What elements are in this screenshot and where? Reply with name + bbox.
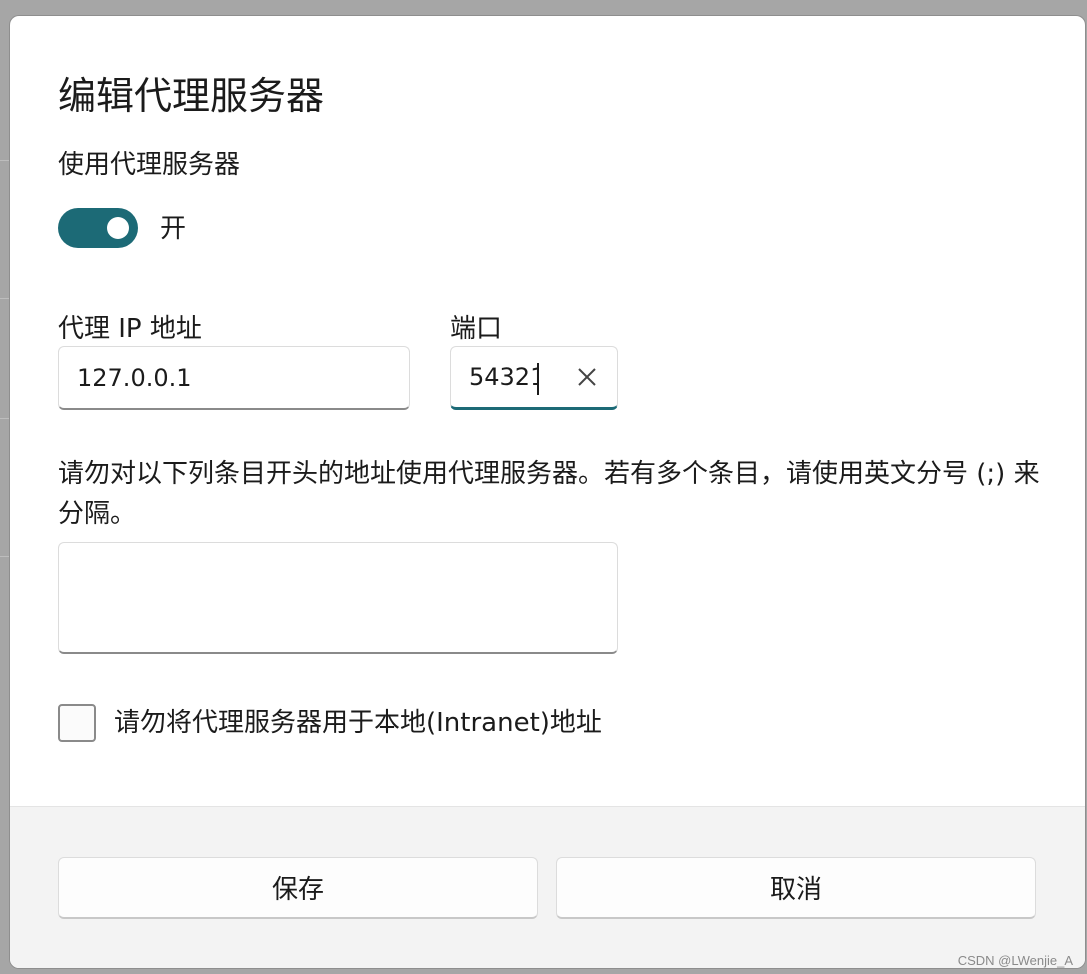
cancel-button[interactable]: 取消 (556, 857, 1036, 919)
port-field[interactable] (450, 346, 618, 410)
proxy-ip-field[interactable] (58, 346, 410, 410)
edit-proxy-dialog: 编辑代理服务器 使用代理服务器 开 代理 IP 地址 端口 请勿对以下列条目开头… (10, 16, 1085, 968)
exceptions-field[interactable] (58, 542, 618, 654)
watermark: CSDN @LWenjie_A (957, 953, 1073, 968)
local-bypass-checkbox[interactable] (58, 704, 96, 742)
dialog-title: 编辑代理服务器 (58, 74, 325, 118)
toggle-knob (107, 217, 129, 239)
exceptions-description: 请勿对以下列条目开头的地址使用代理服务器。若有多个条目，请使用英文分号 (;) … (58, 459, 1040, 529)
local-bypass-label: 请勿将代理服务器用于本地(Intranet)地址 (114, 708, 602, 738)
port-label: 端口 (450, 314, 503, 344)
use-proxy-label: 使用代理服务器 (58, 150, 241, 180)
port-input[interactable] (469, 347, 539, 407)
use-proxy-toggle[interactable] (58, 208, 138, 248)
proxy-ip-input[interactable] (77, 347, 322, 408)
toggle-state-text: 开 (160, 214, 187, 244)
close-icon (578, 368, 596, 386)
dialog-footer: 保存 取消 (10, 806, 1085, 968)
exceptions-input[interactable] (77, 555, 599, 640)
proxy-ip-label: 代理 IP 地址 (58, 314, 202, 344)
text-caret (537, 363, 539, 395)
save-button[interactable]: 保存 (58, 857, 538, 919)
clear-port-button[interactable] (571, 361, 603, 393)
